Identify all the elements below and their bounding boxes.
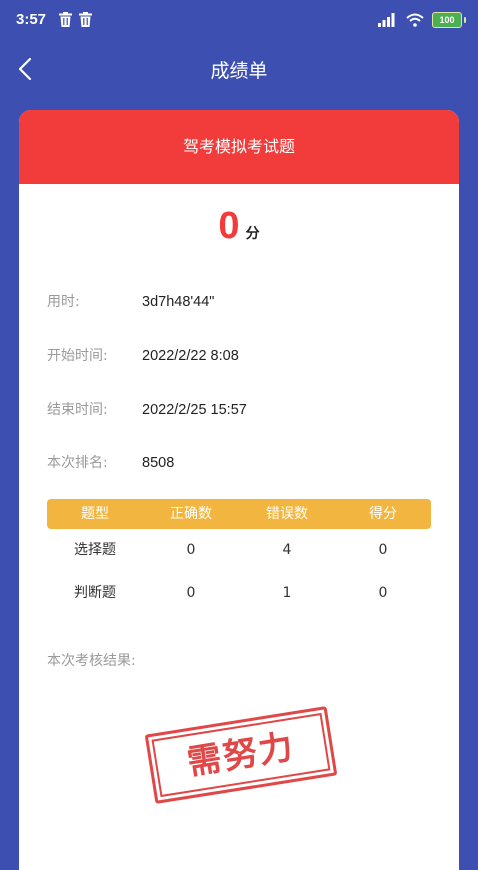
info-label: 本次排名: — [47, 455, 108, 471]
table-cell: 0 — [378, 542, 388, 558]
column-header: 错误数 — [266, 506, 308, 522]
info-row-end-time: 结束时间: 2022/2/25 15:57 — [47, 399, 247, 419]
score-table: 题型 正确数 错误数 得分 选择题 0 4 0 判断题 0 1 0 — [47, 499, 431, 615]
table-cell: 0 — [378, 585, 388, 601]
table-row: 判断题 0 1 0 — [47, 572, 431, 615]
report-card: 驾考模拟考试题 0分 用时: 3d7h48'44" 开始时间: 2022/2/22 … — [19, 110, 459, 870]
exam-title: 驾考模拟考试题 — [19, 110, 459, 184]
result-label: 本次考核结果: — [47, 653, 136, 669]
result-stamp: 需努力 — [144, 706, 338, 804]
trash-icon — [59, 12, 72, 27]
table-header: 题型 正确数 错误数 得分 — [47, 499, 431, 529]
score-unit: 分 — [245, 226, 260, 242]
score: 0分 — [19, 205, 459, 248]
battery-icon: 100 — [432, 12, 466, 28]
info-row-duration: 用时: 3d7h48'44" — [47, 291, 214, 311]
table-cell: 0 — [186, 585, 196, 601]
info-value: 8508 — [142, 455, 175, 471]
info-value: 2022/2/22 8:08 — [142, 348, 239, 364]
status-bar: 3:57 100 — [0, 0, 478, 40]
trash-icon — [79, 12, 92, 27]
info-value: 3d7h48'44" — [142, 294, 215, 310]
score-value: 0 — [218, 205, 240, 247]
table-cell: 1 — [282, 585, 292, 601]
table-row: 选择题 0 4 0 — [47, 529, 431, 572]
status-time: 3:57 — [16, 11, 47, 28]
info-row-rank: 本次排名: 8508 — [47, 452, 174, 472]
status-indicators: 100 — [378, 12, 466, 28]
info-label: 用时: — [47, 294, 80, 310]
column-header: 正确数 — [170, 506, 212, 522]
info-label: 开始时间: — [47, 348, 108, 364]
wifi-icon — [406, 13, 424, 27]
signal-icon — [378, 13, 395, 27]
column-header: 得分 — [369, 506, 397, 522]
column-header: 题型 — [81, 506, 109, 522]
info-row-start-time: 开始时间: 2022/2/22 8:08 — [47, 345, 239, 365]
table-cell: 判断题 — [74, 585, 116, 601]
info-value: 2022/2/25 15:57 — [142, 402, 247, 418]
nav-bar: 成绩单 — [0, 44, 478, 94]
info-label: 结束时间: — [47, 402, 108, 418]
table-cell: 选择题 — [74, 542, 116, 558]
table-cell: 4 — [282, 542, 292, 558]
page-title: 成绩单 — [210, 60, 268, 82]
table-cell: 0 — [186, 542, 196, 558]
